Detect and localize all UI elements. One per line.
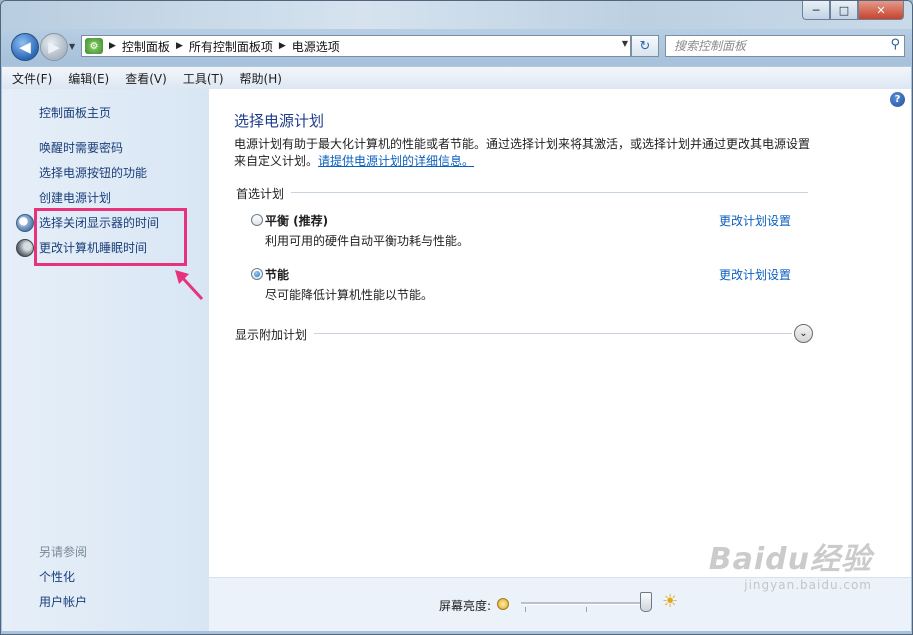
- divider: [314, 333, 792, 334]
- brightness-slider-track[interactable]: [521, 602, 651, 605]
- breadcrumb-all-items[interactable]: 所有控制面板项: [189, 38, 273, 55]
- menu-edit[interactable]: 编辑(E): [58, 70, 115, 87]
- brightness-label: 屏幕亮度:: [439, 599, 492, 613]
- plan-power-saver-radio[interactable]: [251, 268, 263, 280]
- clock-icon: [16, 214, 34, 232]
- intro-text: 电源计划有助于最大化计算机的性能或者节能。通过选择计划来将其激活，或选择计划并通…: [234, 136, 819, 170]
- search-box[interactable]: ⚲: [665, 35, 905, 57]
- plan-balanced-radio[interactable]: [251, 214, 263, 226]
- dim-sun-icon: [497, 598, 509, 610]
- moon-icon: [16, 239, 34, 257]
- sidebar-item-wake-password[interactable]: 唤醒时需要密码: [39, 139, 123, 156]
- plan-name[interactable]: 平衡 (推荐): [265, 212, 328, 229]
- address-dropdown-icon[interactable]: ▼: [622, 39, 628, 48]
- minimize-button[interactable]: ─: [802, 1, 830, 20]
- page-title: 选择电源计划: [234, 112, 325, 130]
- sidebar-item-personalization[interactable]: 个性化: [39, 568, 75, 585]
- plan-name[interactable]: 节能: [265, 266, 289, 283]
- title-bar: ─ □ ✕: [1, 1, 912, 29]
- slider-tick: [525, 607, 526, 612]
- highlight-annotation: [34, 208, 187, 266]
- menu-tools[interactable]: 工具(T): [173, 70, 230, 87]
- change-plan-settings-link[interactable]: 更改计划设置: [719, 266, 791, 283]
- maximize-button[interactable]: □: [830, 1, 858, 20]
- caption-buttons: ─ □ ✕: [802, 1, 904, 20]
- recent-pages-dropdown[interactable]: ▼: [69, 42, 75, 51]
- show-additional-plans-label: 显示附加计划: [235, 328, 308, 342]
- sidebar-item-power-buttons[interactable]: 选择电源按钮的功能: [39, 164, 147, 181]
- breadcrumb-separator-icon[interactable]: ▶: [279, 41, 286, 51]
- refresh-button[interactable]: ↻: [631, 35, 659, 57]
- baidu-watermark: Baidu经验 jingyan.baidu.com: [702, 534, 872, 594]
- arrow-left-icon: ◀: [19, 38, 31, 56]
- control-panel-icon: ⚙: [85, 38, 103, 54]
- sidebar-item-create-plan[interactable]: 创建电源计划: [39, 189, 111, 206]
- navigation-bar: ◀ ▶ ▼ ⚙ ▶ 控制面板 ▶ 所有控制面板项 ▶ 电源选项 ▼ ↻ ⚲: [1, 29, 912, 65]
- expand-additional-plans-button[interactable]: ⌄: [794, 324, 813, 343]
- menu-help[interactable]: 帮助(H): [230, 70, 288, 87]
- search-icon[interactable]: ⚲: [890, 37, 900, 52]
- preferred-plans-label: 首选计划: [236, 187, 285, 201]
- search-input[interactable]: [672, 38, 876, 54]
- watermark-logo: Baidu经验: [708, 542, 872, 577]
- help-icon[interactable]: ?: [890, 92, 905, 107]
- bright-sun-icon: ☀: [662, 591, 679, 612]
- slider-tick: [586, 607, 587, 612]
- see-also-heading: 另请参阅: [39, 545, 88, 559]
- breadcrumb-separator-icon[interactable]: ▶: [109, 41, 116, 51]
- arrow-right-icon: ▶: [48, 38, 60, 56]
- breadcrumb-separator-icon[interactable]: ▶: [176, 41, 183, 51]
- back-button[interactable]: ◀: [11, 33, 39, 61]
- power-options-window: ─ □ ✕ ◀ ▶ ▼ ⚙ ▶ 控制面板 ▶ 所有控制面板项 ▶ 电源选项 ▼ …: [0, 0, 913, 635]
- breadcrumb-control-panel[interactable]: 控制面板: [122, 38, 170, 55]
- address-bar[interactable]: ⚙ ▶ 控制面板 ▶ 所有控制面板项 ▶ 电源选项 ▼: [81, 35, 631, 57]
- forward-button[interactable]: ▶: [40, 33, 68, 61]
- refresh-icon: ↻: [639, 38, 651, 54]
- annotation-arrow-icon: [175, 270, 204, 301]
- plan-description: 利用可用的硬件自动平衡功耗与性能。: [265, 234, 470, 248]
- breadcrumb-power-options[interactable]: 电源选项: [292, 38, 340, 55]
- change-plan-settings-link[interactable]: 更改计划设置: [719, 212, 791, 229]
- watermark-url: jingyan.baidu.com: [744, 578, 872, 592]
- menu-view[interactable]: 查看(V): [115, 70, 173, 87]
- menu-bar: 文件(F) 编辑(E) 查看(V) 工具(T) 帮助(H): [2, 66, 911, 90]
- plan-details-link[interactable]: 请提供电源计划的详细信息。: [318, 154, 474, 168]
- brightness-slider-thumb[interactable]: [640, 592, 652, 612]
- divider: [291, 192, 808, 193]
- close-button[interactable]: ✕: [858, 1, 904, 20]
- sidebar: 控制面板主页 唤醒时需要密码 选择电源按钮的功能 创建电源计划 选择关闭显示器的…: [2, 89, 209, 631]
- menu-file[interactable]: 文件(F): [2, 70, 58, 87]
- sidebar-control-panel-home[interactable]: 控制面板主页: [39, 104, 111, 121]
- chevron-down-icon: ⌄: [799, 328, 808, 339]
- sidebar-item-user-accounts[interactable]: 用户帐户: [39, 593, 87, 610]
- plan-description: 尽可能降低计算机性能以节能。: [265, 288, 434, 302]
